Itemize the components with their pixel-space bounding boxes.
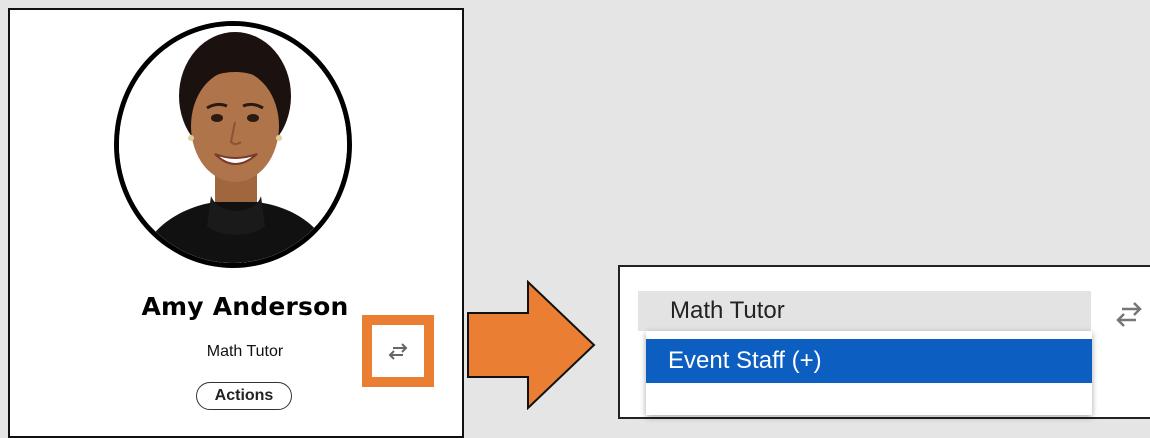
actions-button[interactable]: Actions: [196, 382, 292, 410]
swap-arrows-icon: [388, 343, 408, 360]
swap-highlight-box: [362, 315, 434, 387]
profile-card: Amy Anderson Math Tutor Actions: [8, 8, 464, 438]
person-photo-icon: [119, 26, 347, 263]
swap-arrows-icon[interactable]: [1112, 299, 1146, 329]
dropdown-panel: Math Tutor Event Staff (+): [618, 265, 1150, 419]
option-event-staff[interactable]: Event Staff (+): [646, 339, 1092, 383]
role-options-list: Event Staff (+): [646, 331, 1092, 415]
swap-role-button[interactable]: [372, 325, 424, 377]
avatar: [114, 21, 352, 268]
role-select[interactable]: Math Tutor: [638, 291, 1091, 331]
orange-arrow-icon: [467, 280, 596, 410]
